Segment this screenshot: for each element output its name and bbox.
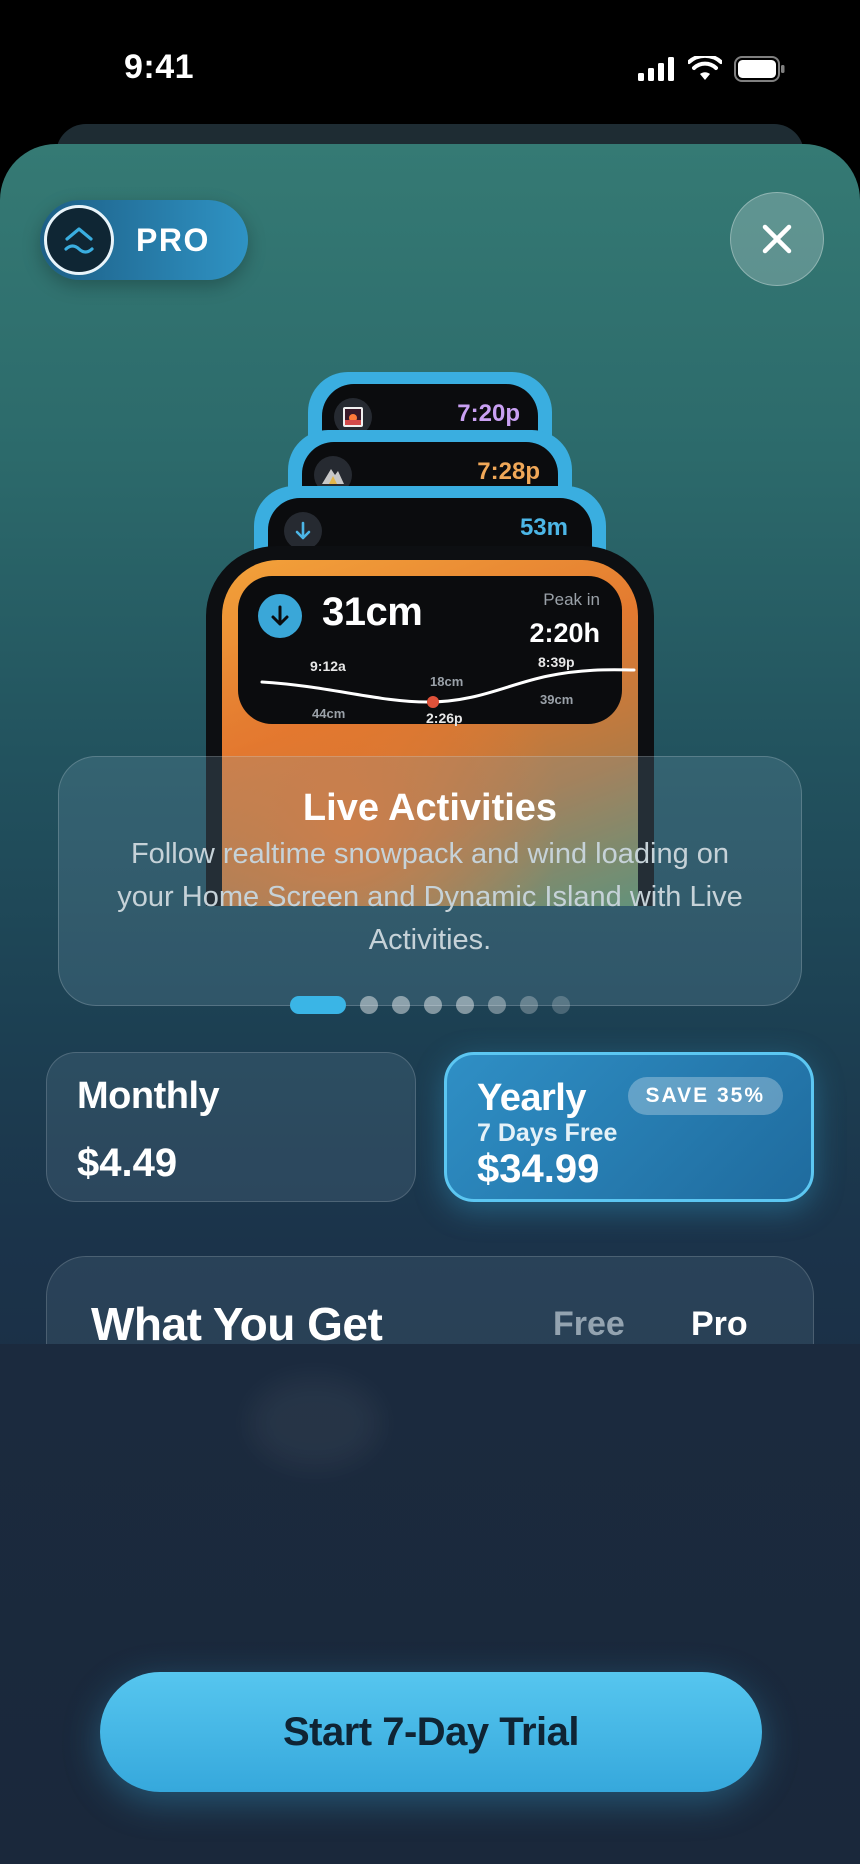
feature-title: Live Activities <box>302 787 558 829</box>
page-dot-4[interactable] <box>424 996 442 1014</box>
app-logo-icon <box>44 205 114 275</box>
pro-badge: PRO <box>40 200 248 280</box>
paywall-sheet: PRO 7:20p 7:28p 53m 31cm Peak in 2:20h 9… <box>0 144 860 1864</box>
page-indicator[interactable] <box>0 996 860 1014</box>
yearly-plan-price: $34.99 <box>477 1147 600 1191</box>
tide-current-marker <box>427 696 439 708</box>
monthly-plan-name: Monthly <box>77 1075 220 1117</box>
island-2-value: 7:28p <box>477 458 540 485</box>
cellular-signal-icon <box>638 57 674 81</box>
comparison-pro-column: Pro <box>691 1305 748 1343</box>
page-dot-5[interactable] <box>456 996 474 1014</box>
pro-badge-label: PRO <box>136 221 210 258</box>
page-dot-8[interactable] <box>552 996 570 1014</box>
yearly-plan-option[interactable]: Yearly SAVE 35% 7 Days Free $34.99 <box>444 1052 814 1202</box>
arrow-down-icon <box>284 512 322 550</box>
page-dot-7[interactable] <box>520 996 538 1014</box>
status-bar: 9:41 <box>0 0 860 140</box>
start-trial-button[interactable]: Start 7-Day Trial <box>100 1672 762 1792</box>
start-trial-label: Start 7-Day Trial <box>282 1709 580 1754</box>
page-dot-6[interactable] <box>488 996 506 1014</box>
live-activity-widget: 31cm Peak in 2:20h 9:12a 44cm 18cm 2:26p… <box>238 576 636 726</box>
wifi-icon <box>688 56 722 80</box>
page-dot-3[interactable] <box>392 996 410 1014</box>
page-dot-2[interactable] <box>360 996 378 1014</box>
tide-curve <box>260 668 636 708</box>
yearly-plan-name: Yearly <box>477 1077 587 1119</box>
island-3-value: 53m <box>519 514 568 541</box>
save-badge: SAVE 35% <box>627 1077 783 1115</box>
feature-description: Follow realtime snowpack and wind loadin… <box>117 838 743 956</box>
island-1-value: 7:20p <box>457 400 520 427</box>
comparison-title: What You Get <box>91 1298 383 1350</box>
close-button[interactable] <box>730 192 824 286</box>
battery-icon <box>734 56 785 82</box>
close-icon <box>762 224 792 254</box>
monthly-plan-price: $4.49 <box>77 1141 178 1185</box>
page-dot-1[interactable] <box>290 996 346 1014</box>
status-time: 9:41 <box>124 48 195 86</box>
feature-card: Live Activities Follow realtime snowpack… <box>58 756 802 1006</box>
bottom-glow <box>250 1378 380 1468</box>
comparison-free-column: Free <box>553 1305 625 1343</box>
status-icons <box>638 56 786 82</box>
monthly-plan-option[interactable]: Monthly $4.49 <box>46 1052 416 1202</box>
yearly-plan-trial: 7 Days Free <box>477 1119 618 1147</box>
